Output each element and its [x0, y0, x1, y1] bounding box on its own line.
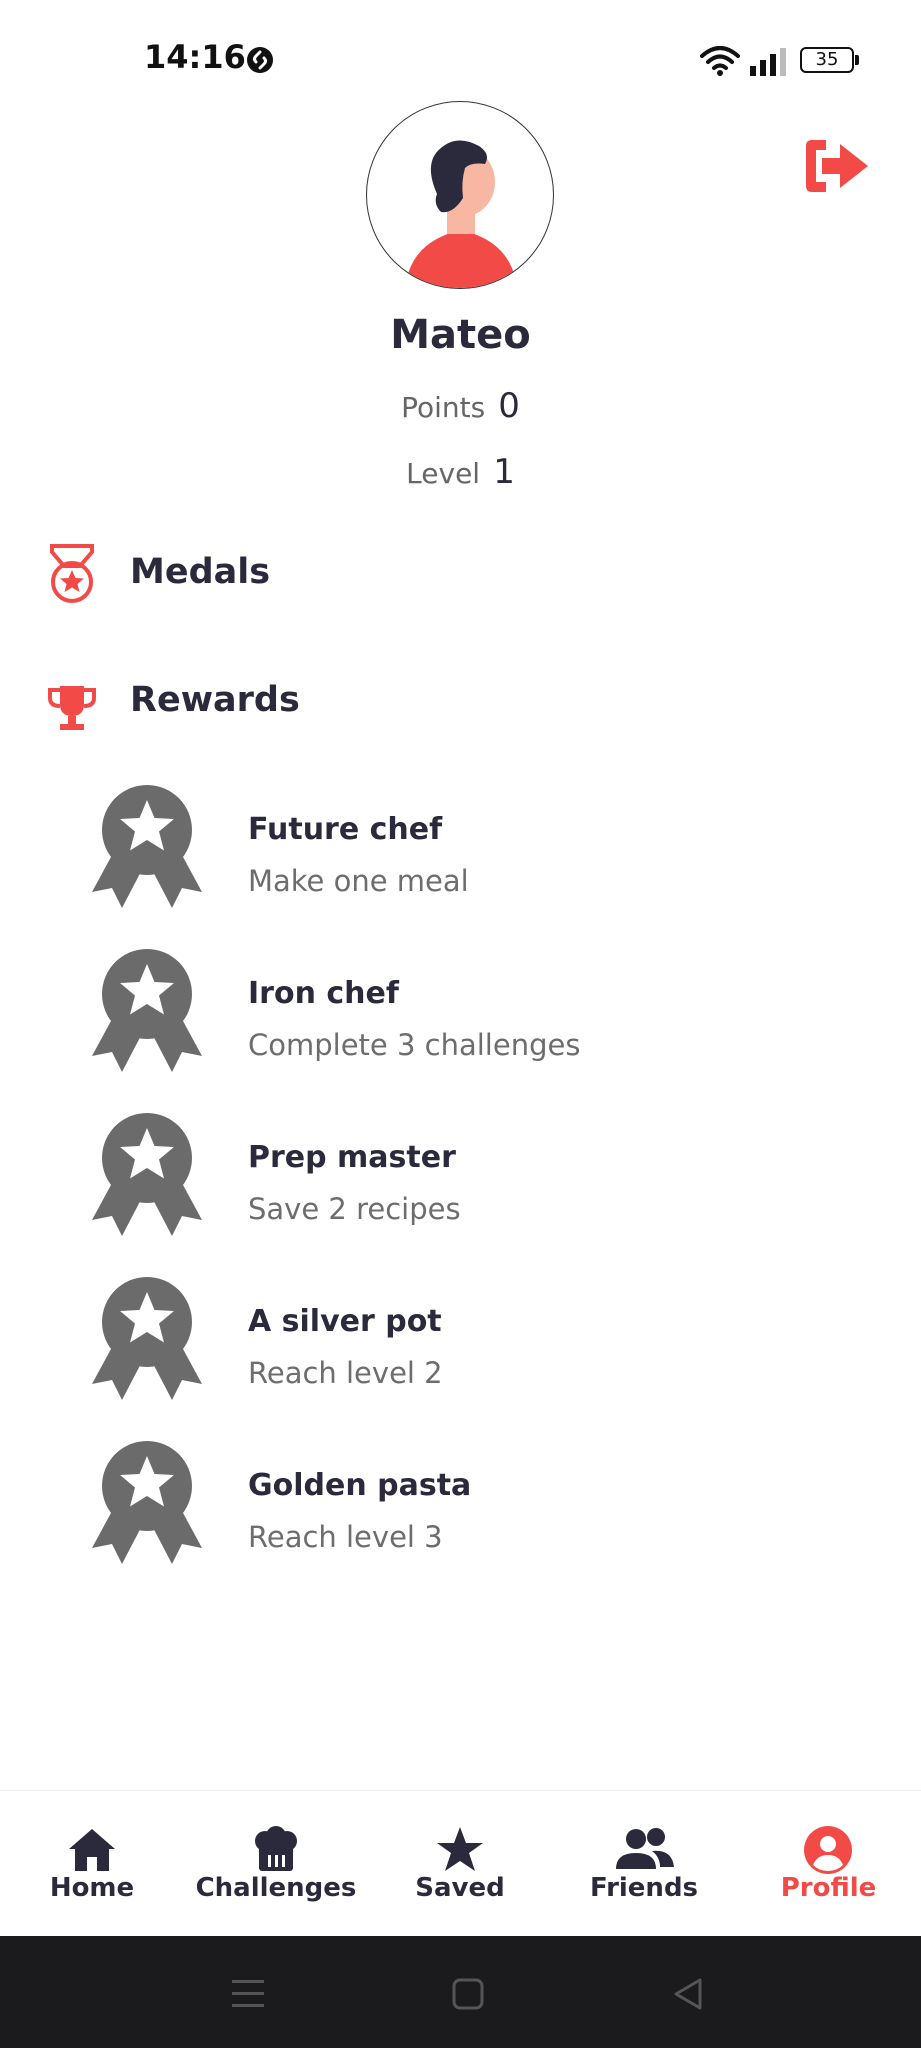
reward-title: Golden pasta	[248, 1468, 472, 1503]
reward-title: Prep master	[248, 1140, 456, 1175]
signal-icon	[750, 48, 786, 76]
star-icon	[437, 1827, 483, 1871]
nav-home-label: Home	[49, 1873, 135, 1903]
award-badge-icon	[92, 949, 202, 1072]
reward-description: Complete 3 challenges	[248, 1028, 581, 1062]
nav-saved-label: Saved	[415, 1873, 505, 1903]
medal-icon	[50, 544, 94, 603]
rewards-title: Rewards	[130, 680, 300, 720]
points-label: Points	[401, 391, 486, 424]
bottom-nav: Home Challenges Saved Friends Profile	[0, 1790, 921, 1937]
medals-title: Medals	[130, 552, 271, 592]
reward-title: A silver pot	[248, 1304, 442, 1339]
nav-saved[interactable]: Saved	[368, 1791, 552, 1937]
nav-friends[interactable]: Friends	[552, 1791, 736, 1937]
reward-title: Iron chef	[248, 976, 399, 1011]
nav-challenges[interactable]: Challenges	[184, 1791, 368, 1937]
points-value: 0	[498, 386, 520, 426]
nav-profile[interactable]: Profile	[736, 1791, 921, 1937]
reward-item[interactable]: A silver pot Reach level 2	[0, 1276, 921, 1426]
reward-description: Reach level 2	[248, 1356, 443, 1390]
profile-name: Mateo	[390, 312, 531, 358]
level-row: Level 1	[0, 452, 921, 492]
level-value: 1	[493, 452, 515, 492]
award-badge-icon	[92, 1441, 202, 1564]
menu-icon[interactable]	[228, 1974, 268, 2014]
chef-hat-icon	[255, 1826, 297, 1871]
home-icon	[69, 1829, 115, 1871]
user-circle-icon	[804, 1826, 852, 1874]
level-label: Level	[406, 457, 481, 490]
nav-friends-label: Friends	[589, 1873, 699, 1903]
nav-challenges-label: Challenges	[195, 1873, 357, 1903]
nav-profile-label: Profile	[780, 1873, 877, 1903]
battery-tip	[855, 55, 859, 65]
nav-home[interactable]: Home	[0, 1791, 184, 1937]
reward-item[interactable]: Future chef Make one meal	[0, 784, 921, 934]
users-icon	[616, 1828, 674, 1869]
award-badge-icon	[92, 1277, 202, 1400]
reward-description: Reach level 3	[248, 1520, 443, 1554]
logout-button[interactable]	[800, 136, 872, 196]
award-badge-icon	[92, 1113, 202, 1236]
award-badge-icon	[92, 785, 202, 908]
reward-description: Save 2 recipes	[248, 1192, 461, 1226]
reward-title: Future chef	[248, 812, 443, 847]
system-nav-bar	[0, 1936, 921, 2048]
battery-icon: 35	[800, 47, 854, 73]
reward-description: Make one meal	[248, 864, 469, 898]
medals-section[interactable]: Medals	[0, 540, 921, 620]
avatar[interactable]	[366, 101, 554, 289]
reward-item[interactable]: Iron chef Complete 3 challenges	[0, 948, 921, 1098]
profile-screen: 14:16 35 Mateo Points 0 Level 1 Medals R…	[0, 0, 921, 2048]
back-icon[interactable]	[668, 1974, 708, 2014]
reward-item[interactable]: Golden pasta Reach level 3	[0, 1440, 921, 1590]
trophy-icon	[48, 686, 96, 730]
home-square-icon[interactable]	[448, 1974, 488, 2014]
battery-level: 35	[815, 49, 839, 70]
shazam-icon	[247, 47, 273, 73]
status-time: 14:16	[144, 38, 246, 76]
reward-item[interactable]: Prep master Save 2 recipes	[0, 1112, 921, 1262]
points-row: Points 0	[0, 386, 921, 426]
rewards-section[interactable]: Rewards	[0, 668, 921, 748]
avatar-illustration	[405, 140, 517, 288]
wifi-icon	[700, 46, 740, 76]
